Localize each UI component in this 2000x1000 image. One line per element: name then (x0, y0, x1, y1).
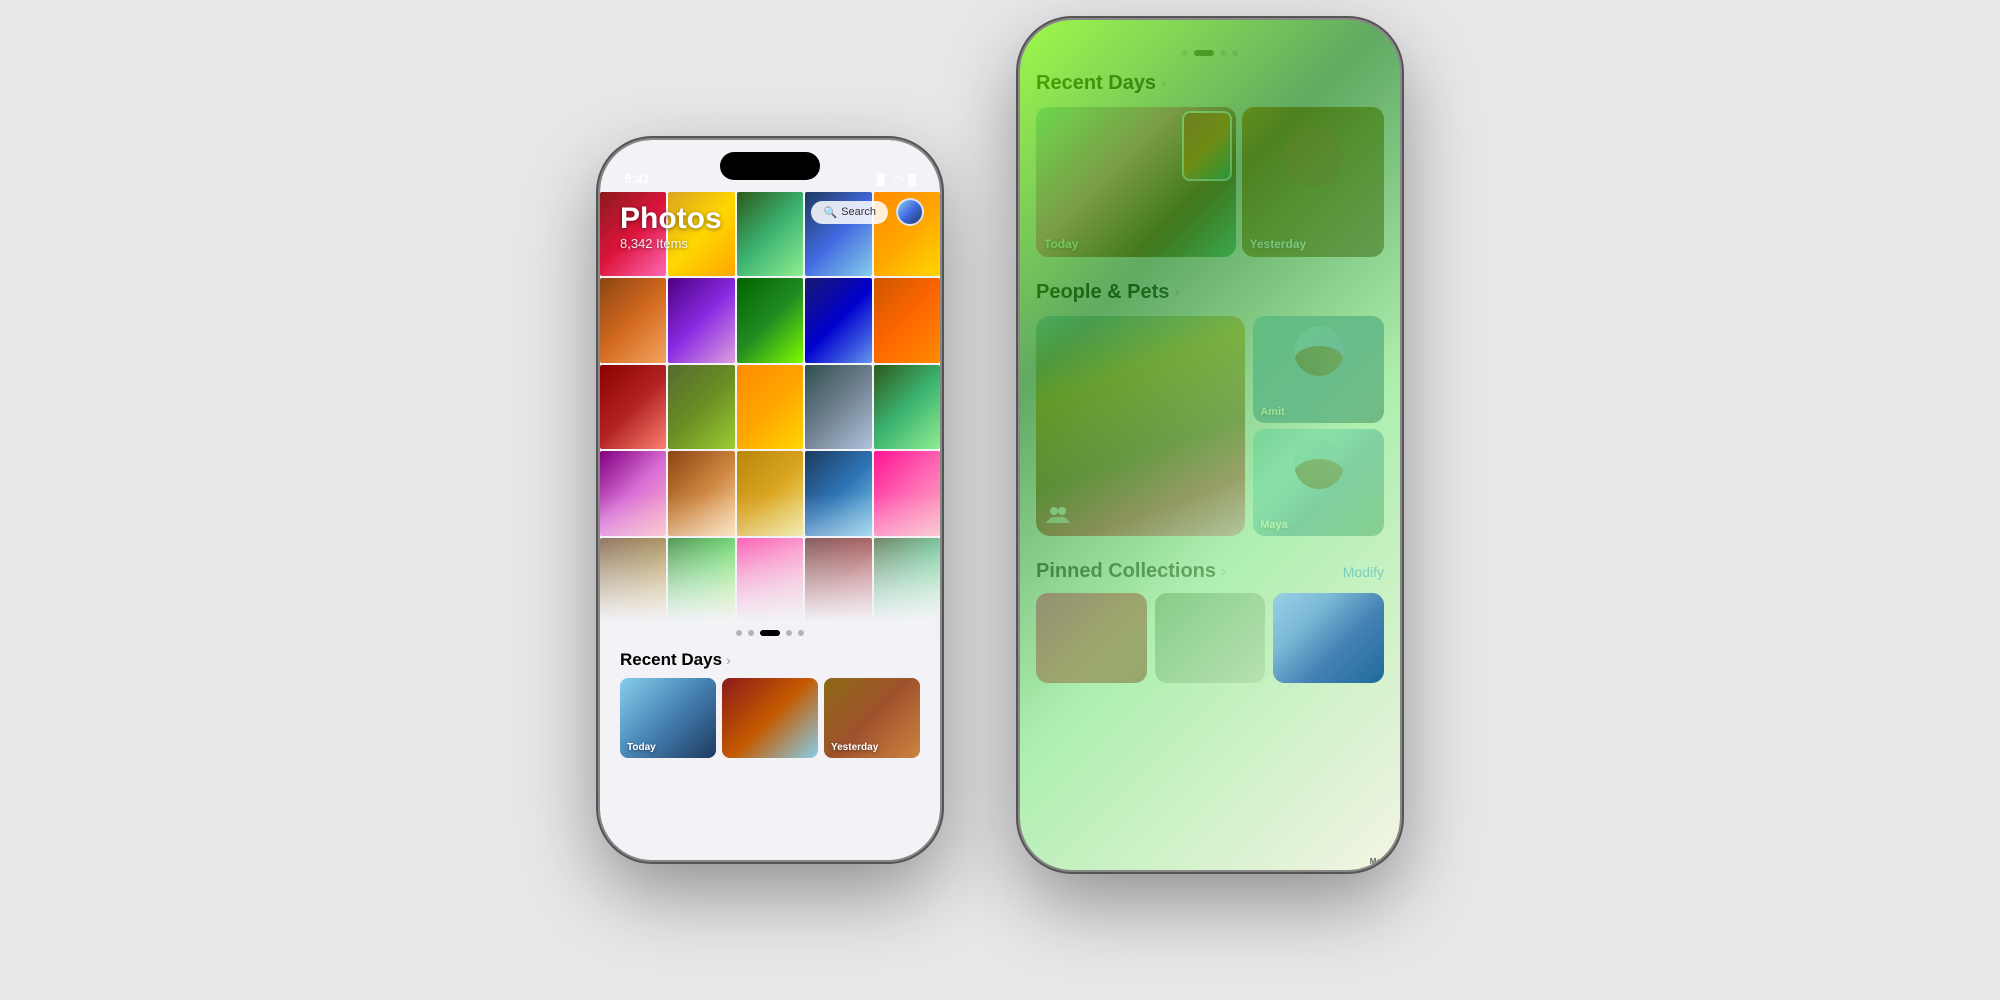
avatar[interactable] (896, 198, 924, 226)
recent-days-title: Recent Days (620, 650, 722, 670)
today-label: Today (627, 742, 656, 753)
recent-days-previews: Today Yesterday (620, 678, 920, 758)
status-time: 9:41 (624, 171, 650, 186)
recent-days-chevron: › (726, 652, 731, 668)
grid-cell (600, 451, 666, 535)
grid-cell (600, 278, 666, 362)
battery-icon: ▓ (908, 174, 916, 186)
pinned-card-3[interactable] (1273, 593, 1384, 683)
preview-card-2[interactable] (722, 678, 818, 758)
right-phone-screen: Recent Days › Today Yesterday (1020, 20, 1400, 870)
dynamic-island (720, 152, 820, 180)
grid-cell (668, 365, 734, 449)
grid-cell (668, 278, 734, 362)
phone-bottom: Recent Days › Today Yesterday (600, 640, 940, 860)
pinned-card-3-bg (1273, 593, 1384, 683)
grid-cell (805, 278, 871, 362)
page-dots (736, 630, 804, 636)
grid-cell (737, 538, 803, 622)
recent-days-header[interactable]: Recent Days › (620, 650, 920, 670)
search-label: Search (841, 206, 876, 218)
dot-4 (786, 630, 792, 636)
grid-cell (600, 365, 666, 449)
yesterday-label: Yesterday (831, 742, 878, 753)
search-icon: 🔍 (823, 206, 837, 219)
search-pill[interactable]: 🔍 Search (811, 201, 888, 224)
grid-cell (600, 538, 666, 622)
dot-2 (748, 630, 754, 636)
grid-cell (874, 451, 940, 535)
right-scroll-content: Recent Days › Today Yesterday (1020, 72, 1400, 683)
grid-cell (668, 538, 734, 622)
dot-1 (736, 630, 742, 636)
dot-5 (798, 630, 804, 636)
grid-cell (737, 278, 803, 362)
pinned-card-2[interactable]: Meerut (1155, 593, 1266, 683)
grid-cell (805, 365, 871, 449)
map-overlay (1155, 593, 1266, 683)
signal-icon: ▐▌ (873, 174, 889, 186)
grid-cell (874, 538, 940, 622)
preview-card-today[interactable]: Today (620, 678, 716, 758)
grid-cell (737, 365, 803, 449)
grid-cell (805, 451, 871, 535)
pinned-cards: Meerut (1036, 593, 1384, 683)
grid-cell (737, 451, 803, 535)
dot-3-active (760, 630, 780, 636)
grid-cell (668, 451, 734, 535)
grid-cell (874, 278, 940, 362)
grid-cell (805, 538, 871, 622)
photos-toolbar: 🔍 Search (811, 198, 924, 226)
grid-cell (874, 365, 940, 449)
wifi-icon: ◠ (893, 173, 903, 186)
status-icons: ▐▌ ◠ ▓ (873, 173, 916, 186)
right-phone: Recent Days › Today Yesterday (1020, 20, 1400, 870)
left-phone-screen: 9:41 ▐▌ ◠ ▓ (600, 140, 940, 860)
photos-count: 8,342 Items (620, 236, 920, 251)
preview-card-yesterday[interactable]: Yesterday (824, 678, 920, 758)
left-phone: 9:41 ▐▌ ◠ ▓ (600, 140, 940, 860)
